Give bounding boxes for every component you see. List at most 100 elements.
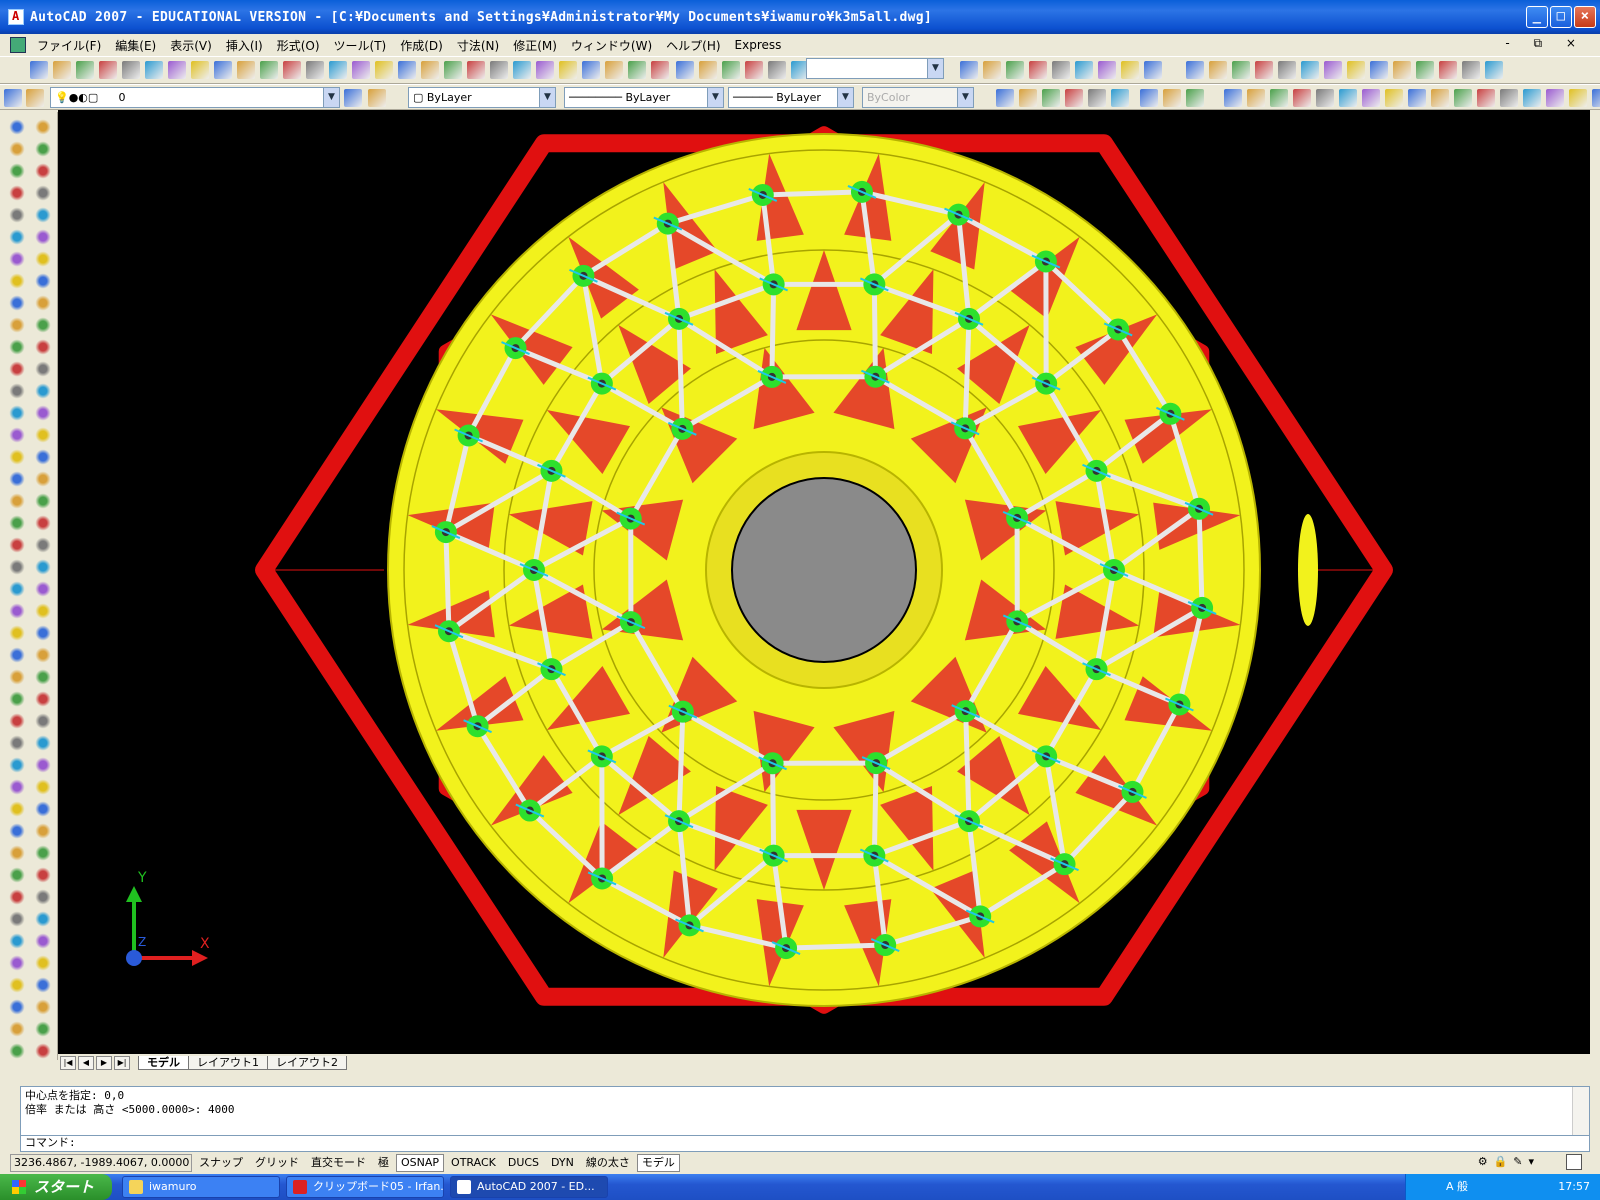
view-tool-icon[interactable] — [1255, 61, 1273, 79]
draw-tool-icon[interactable] — [8, 1020, 26, 1038]
draw-tool-icon[interactable] — [8, 140, 26, 158]
chevron-down-icon[interactable]: ▼ — [837, 88, 853, 107]
menu-file[interactable]: ファイル(F) — [30, 37, 108, 54]
style-tool-icon[interactable] — [1088, 89, 1106, 107]
minimize-button[interactable]: _ — [1526, 6, 1548, 28]
standard-tool-icon[interactable] — [467, 61, 485, 79]
solids-tool-icon[interactable] — [1523, 89, 1541, 107]
solids-tool-icon[interactable] — [1270, 89, 1288, 107]
draw-tool-icon[interactable] — [8, 228, 26, 246]
modify-tool-icon[interactable] — [34, 1042, 52, 1060]
solids-tool-icon[interactable] — [1454, 89, 1472, 107]
standard-tool-icon[interactable] — [306, 61, 324, 79]
modify-tool-icon[interactable] — [34, 690, 52, 708]
ime-indicator[interactable]: A 般 — [1446, 1180, 1468, 1193]
solids-tool-icon[interactable] — [1247, 89, 1265, 107]
command-prompt[interactable]: コマンド: — [21, 1135, 1589, 1151]
start-button[interactable]: スタート — [0, 1174, 112, 1200]
tab-layout1[interactable]: レイアウト1 — [188, 1056, 268, 1070]
view-tool-icon[interactable] — [1485, 61, 1503, 79]
solids-tool-icon[interactable] — [1385, 89, 1403, 107]
close-button[interactable]: × — [1574, 6, 1596, 28]
view-tool-icon[interactable] — [1439, 61, 1457, 79]
command-scrollbar[interactable] — [1572, 1087, 1589, 1135]
draw-tool-icon[interactable] — [8, 888, 26, 906]
task-irfanview[interactable]: クリップボード05 - Irfan... — [286, 1176, 444, 1198]
style-tool-icon[interactable] — [996, 89, 1014, 107]
layer-tool-icon[interactable] — [4, 89, 22, 107]
draw-tool-icon[interactable] — [8, 382, 26, 400]
otrack-toggle[interactable]: OTRACK — [446, 1154, 501, 1172]
layer-dropdown[interactable]: 💡●◐▢ 0 ▼ — [50, 87, 340, 108]
menu-modify[interactable]: 修正(M) — [506, 37, 564, 54]
standard-tool-icon[interactable] — [605, 61, 623, 79]
modify-tool-icon[interactable] — [34, 822, 52, 840]
chevron-down-icon[interactable]: ▼ — [539, 88, 555, 107]
draw-tool-icon[interactable] — [8, 910, 26, 928]
modify-tool-icon[interactable] — [34, 184, 52, 202]
chevron-down-icon[interactable]: ▼ — [707, 88, 723, 107]
modify-tool-icon[interactable] — [34, 998, 52, 1016]
draw-tool-icon[interactable] — [8, 558, 26, 576]
draw-tool-icon[interactable] — [8, 624, 26, 642]
draw-tool-icon[interactable] — [8, 712, 26, 730]
modify-tool-icon[interactable] — [34, 470, 52, 488]
document-icon[interactable] — [10, 37, 26, 53]
plotstyle-dropdown[interactable]: ByColor ▼ — [862, 87, 974, 108]
menu-view[interactable]: 表示(V) — [163, 37, 219, 54]
zoom-tool-icon[interactable] — [676, 61, 694, 79]
clean-screen-icon[interactable] — [1566, 1154, 1582, 1170]
task-folder-iwamuro[interactable]: iwamuro — [122, 1176, 280, 1198]
modify-tool-icon[interactable] — [34, 734, 52, 752]
standard-tool-icon[interactable] — [352, 61, 370, 79]
menu-draw[interactable]: 作成(D) — [393, 37, 450, 54]
render-tool-icon[interactable] — [960, 61, 978, 79]
standard-tool-icon[interactable] — [536, 61, 554, 79]
standard-tool-icon[interactable] — [260, 61, 278, 79]
view-tool-icon[interactable] — [1370, 61, 1388, 79]
draw-tool-icon[interactable] — [8, 602, 26, 620]
modify-tool-icon[interactable] — [34, 316, 52, 334]
first-tab-button[interactable]: |◀ — [60, 1056, 76, 1070]
menu-help[interactable]: ヘルプ(H) — [659, 37, 727, 54]
draw-tool-icon[interactable] — [8, 976, 26, 994]
coordinate-readout[interactable]: 3236.4867, -1989.4067, 0.0000 — [10, 1154, 192, 1172]
view-tool-icon[interactable] — [1278, 61, 1296, 79]
render-tool-icon[interactable] — [1029, 61, 1047, 79]
solids-tool-icon[interactable] — [1339, 89, 1357, 107]
draw-tool-icon[interactable] — [8, 844, 26, 862]
modify-tool-icon[interactable] — [34, 756, 52, 774]
modify-tool-icon[interactable] — [34, 844, 52, 862]
standard-tool-icon[interactable] — [490, 61, 508, 79]
modify-tool-icon[interactable] — [34, 118, 52, 136]
standard-tool-icon[interactable] — [30, 61, 48, 79]
standard-tool-icon[interactable] — [237, 61, 255, 79]
tab-model[interactable]: モデル — [138, 1056, 189, 1070]
modify-tool-icon[interactable] — [34, 426, 52, 444]
menu-edit[interactable]: 編集(E) — [108, 37, 163, 54]
render-tool-icon[interactable] — [983, 61, 1001, 79]
standard-tool-icon[interactable] — [99, 61, 117, 79]
modify-tool-icon[interactable] — [34, 536, 52, 554]
title-bar[interactable]: AutoCAD 2007 - EDUCATIONAL VERSION - [C:… — [0, 0, 1600, 34]
modify-tool-icon[interactable] — [34, 932, 52, 950]
view-tool-icon[interactable] — [1301, 61, 1319, 79]
standard-tool-icon[interactable] — [145, 61, 163, 79]
draw-tool-icon[interactable] — [8, 250, 26, 268]
standard-tool-icon[interactable] — [513, 61, 531, 79]
color-dropdown[interactable]: ▢ ByLayer ▼ — [408, 87, 556, 108]
standard-tool-icon[interactable] — [214, 61, 232, 79]
modify-tool-icon[interactable] — [34, 778, 52, 796]
layer-state-tool-icon[interactable] — [368, 89, 386, 107]
chevron-down-icon[interactable]: ▼ — [323, 88, 339, 107]
view-tool-icon[interactable] — [1462, 61, 1480, 79]
modify-tool-icon[interactable] — [34, 448, 52, 466]
ducs-toggle[interactable]: DUCS — [503, 1154, 544, 1172]
ortho-toggle[interactable]: 直交モード — [306, 1154, 371, 1172]
modify-tool-icon[interactable] — [34, 602, 52, 620]
draw-tool-icon[interactable] — [8, 756, 26, 774]
standard-tool-icon[interactable] — [283, 61, 301, 79]
standard-tool-icon[interactable] — [76, 61, 94, 79]
standard-tool-icon[interactable] — [444, 61, 462, 79]
standard-tool-icon[interactable] — [53, 61, 71, 79]
